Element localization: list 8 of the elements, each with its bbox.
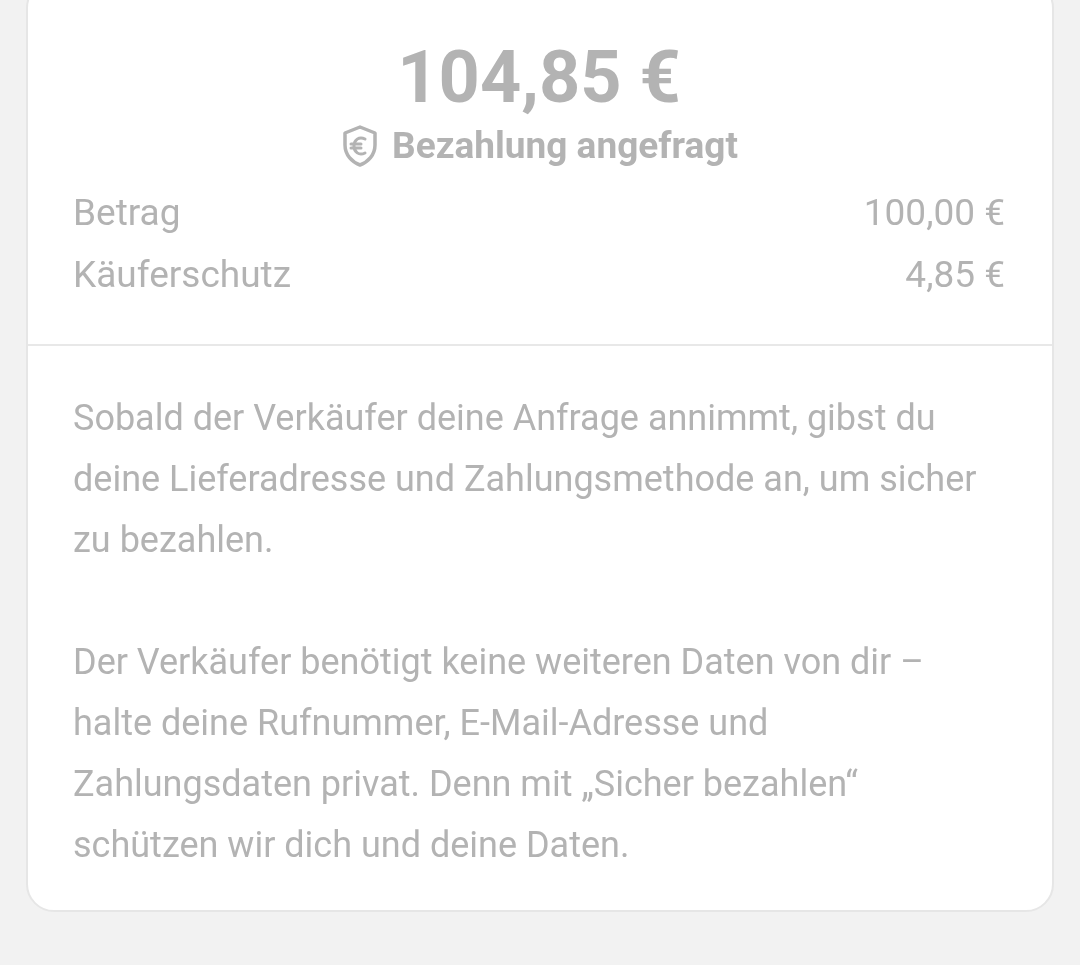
line-value: 100,00 € — [863, 190, 1005, 236]
info-paragraph: Der Verkäufer benötigt keine weiteren Daten von dir – halte deine Rufnummer, E-Mail-Adresse und Zahlungsdaten privat. Denn mit „Sicher bezahlen“ schützen wir dich und deine Daten. — [73, 640, 925, 868]
line-label: Betrag — [73, 190, 181, 236]
total-amount: 104,85 € — [396, 38, 682, 118]
line-label: Käuferschutz — [73, 252, 292, 298]
status-text: Bezahlung angefragt — [392, 123, 738, 169]
line-value: 4,85 € — [905, 252, 1005, 298]
info-paragraph: Sobald der Verkäufer deine Anfrage annimmt, gibst du deine Lieferadresse und Zahlungsmethode an, um sicher zu bezahlen. — [73, 396, 978, 563]
